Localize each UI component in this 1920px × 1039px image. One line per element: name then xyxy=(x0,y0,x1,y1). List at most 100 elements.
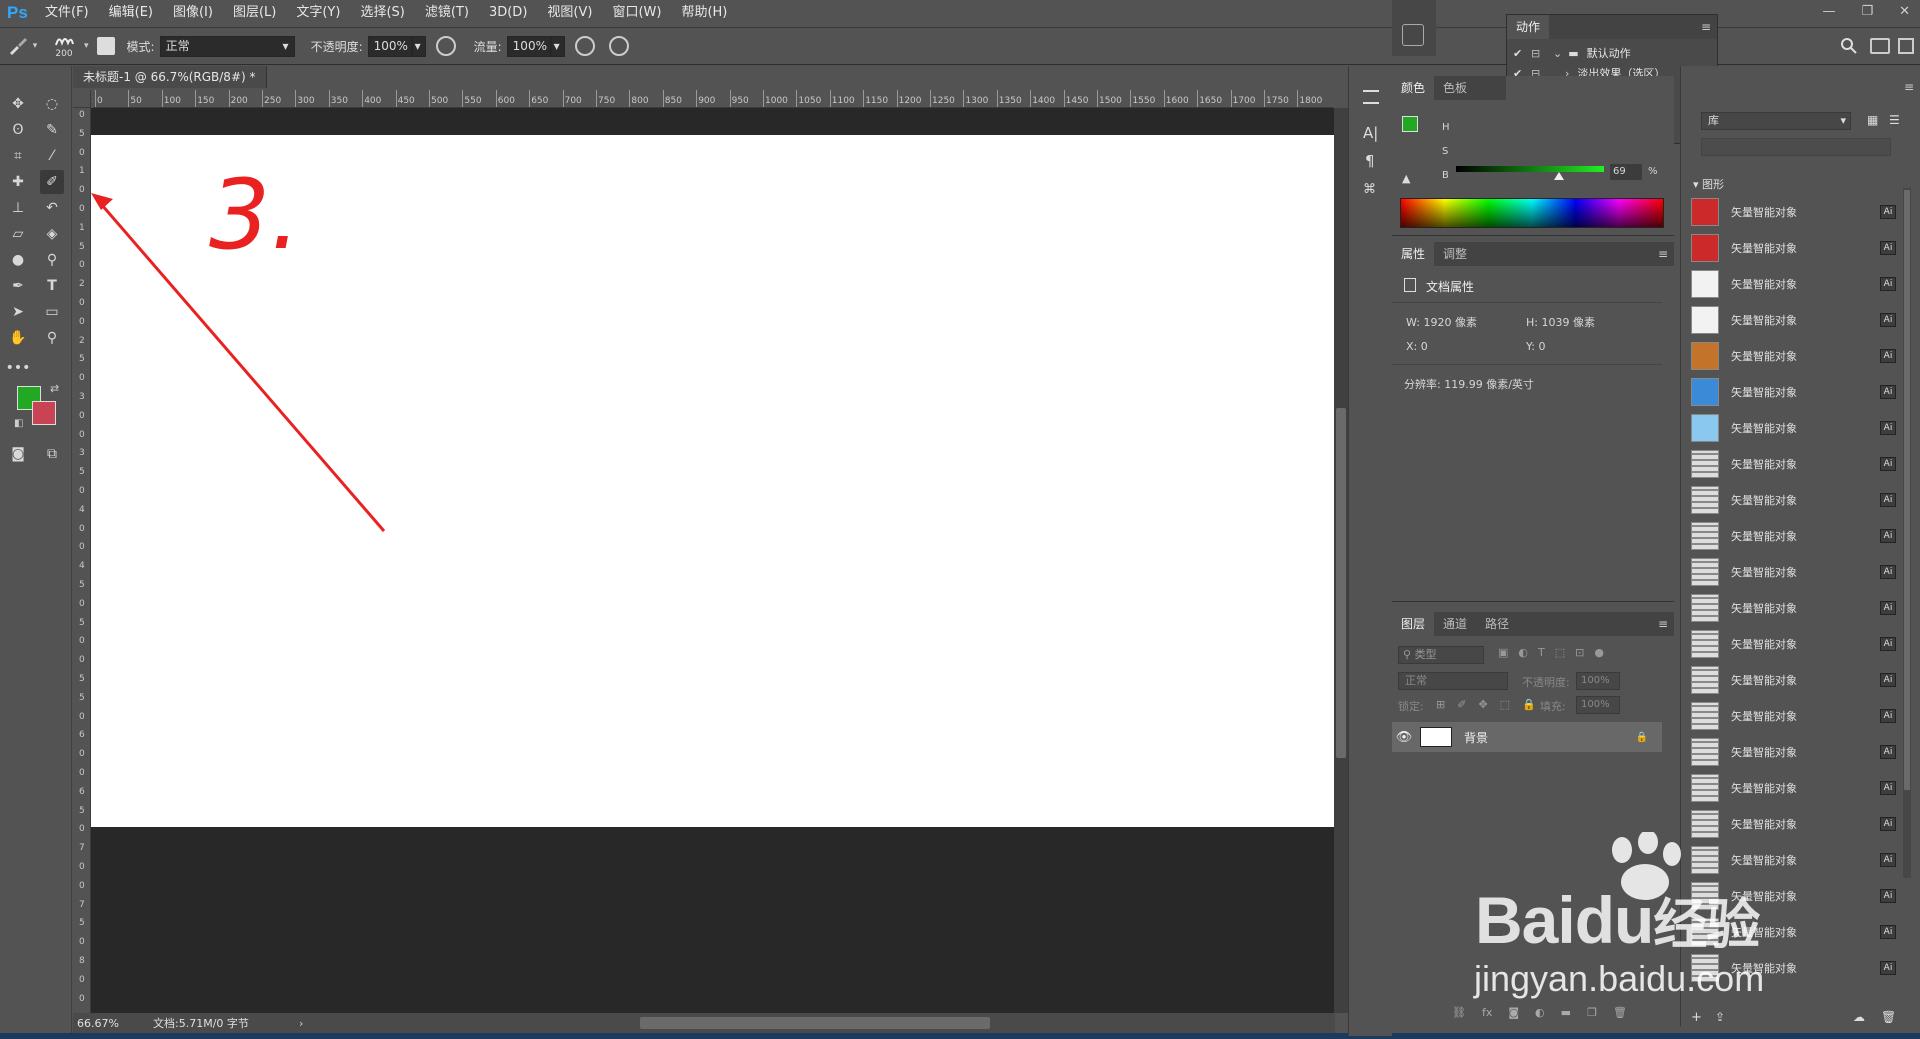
library-item[interactable]: 矢量智能对象 Ai xyxy=(1681,410,1906,446)
library-item[interactable]: 矢量智能对象 Ai xyxy=(1681,698,1906,734)
flow-input[interactable]: 100% xyxy=(506,35,551,57)
hand-tool-icon[interactable]: ✋ xyxy=(6,326,30,350)
color-fg-swatch[interactable] xyxy=(1402,116,1418,132)
lock-position-icon[interactable]: ✥ xyxy=(1478,698,1487,711)
b-slider-handle[interactable] xyxy=(1554,172,1564,180)
library-item[interactable]: 矢量智能对象 Ai xyxy=(1681,518,1906,554)
history-brush-tool-icon[interactable]: ↶ xyxy=(40,196,64,220)
menu-item[interactable]: 帮助(H) xyxy=(671,0,737,26)
tab-swatches[interactable]: 色板 xyxy=(1434,76,1476,100)
opacity-input[interactable]: 100% xyxy=(367,35,412,57)
layer-opacity-input[interactable]: 100% xyxy=(1576,672,1620,690)
library-item[interactable]: 矢量智能对象 Ai xyxy=(1681,302,1906,338)
menu-item[interactable]: 视图(V) xyxy=(537,0,602,26)
status-expand-icon[interactable]: › xyxy=(299,1017,303,1030)
list-view-icon[interactable]: ☰ xyxy=(1889,113,1900,127)
grid-view-icon[interactable]: ▦ xyxy=(1867,113,1878,127)
document-tab[interactable]: 未标题-1 @ 66.7%(RGB/8#) * × xyxy=(73,66,267,106)
flow-dropdown-icon[interactable]: ▾ xyxy=(550,35,565,57)
filter-type-icon[interactable]: T xyxy=(1538,646,1545,659)
brush-size-picker[interactable]: 200 xyxy=(44,33,84,59)
blur-tool-icon[interactable]: ● xyxy=(6,248,30,272)
menu-item[interactable]: 图层(L) xyxy=(223,0,286,26)
menu-item[interactable]: 文字(Y) xyxy=(286,0,350,26)
tab-adjustments[interactable]: 调整 xyxy=(1434,242,1476,266)
menu-item[interactable]: 文件(F) xyxy=(39,0,99,26)
move-tool-icon[interactable]: ✥ xyxy=(6,92,30,116)
action-dialog-icon[interactable]: ⊟ xyxy=(1531,47,1545,60)
default-colors-icon[interactable]: ◧ xyxy=(14,418,23,429)
lock-artboard-icon[interactable]: ⬚ xyxy=(1500,698,1510,711)
horizontal-ruler[interactable]: 0 50 100 150 200 250 300 350 400 450 500 550 600 650 7… xyxy=(93,90,1333,108)
tab-actions[interactable]: 动作 xyxy=(1507,15,1550,39)
layer-name[interactable]: 背景 xyxy=(1464,729,1488,746)
tab-properties[interactable]: 属性 xyxy=(1392,242,1435,266)
actions-panel-menu-icon[interactable]: ≡ xyxy=(1701,20,1711,34)
adjustment-layer-icon[interactable]: ◐ xyxy=(1535,1006,1545,1019)
library-search-input[interactable] xyxy=(1701,138,1891,156)
eyedropper-tool-icon[interactable]: ⁄ xyxy=(40,144,64,168)
delete-layer-icon[interactable]: 🗑 xyxy=(1613,1006,1627,1019)
glyphs-panel-icon[interactable]: ⌘ xyxy=(1363,182,1376,197)
layer-visibility-icon[interactable]: 👁 xyxy=(1392,730,1416,745)
pen-tool-icon[interactable]: ✒ xyxy=(6,274,30,298)
quick-select-tool-icon[interactable]: ✎ xyxy=(40,118,64,142)
library-select[interactable]: 库 ▾ xyxy=(1701,112,1851,130)
airbrush-icon[interactable] xyxy=(574,36,595,56)
lock-image-icon[interactable]: ✐ xyxy=(1457,698,1466,711)
workspace-icon[interactable] xyxy=(1870,38,1890,54)
layer-filter-select[interactable]: ⚲ 类型 xyxy=(1398,646,1484,664)
action-item[interactable]: ✔ ⊟ ⌄ ▬ 默认动作 xyxy=(1507,43,1717,63)
library-item[interactable]: 矢量智能对象 Ai xyxy=(1681,554,1906,590)
b-slider[interactable] xyxy=(1456,166,1604,172)
document-canvas[interactable]: 3. xyxy=(91,135,1335,827)
vertical-ruler[interactable]: 0 5 0 1 0 0 1 5 0 2 0 0 2 5 0 3 0 0 3 5 0 4 0 0 4 5 0 5 0 0 5 5 0 6 0 0 6 5 0 7… xyxy=(73,108,91,1013)
zoom-level[interactable]: 66.67% xyxy=(73,1017,133,1030)
libraries-menu-icon[interactable]: ≡ xyxy=(1904,80,1914,94)
lock-all-icon[interactable]: 🔒 xyxy=(1522,698,1536,711)
tab-layers[interactable]: 图层 xyxy=(1392,612,1435,636)
layer-row-background[interactable]: 👁 背景 🔒 xyxy=(1392,722,1662,752)
library-item[interactable]: 矢量智能对象 Ai xyxy=(1681,842,1906,878)
library-item[interactable]: 矢量智能对象 Ai xyxy=(1681,446,1906,482)
add-library-item-icon[interactable]: + xyxy=(1691,1010,1702,1025)
upload-icon[interactable]: ⇪ xyxy=(1715,1010,1725,1024)
b-value-input[interactable]: 69 xyxy=(1610,164,1642,180)
vertical-scroll-thumb[interactable] xyxy=(1336,408,1346,758)
library-scrollbar[interactable] xyxy=(1903,188,1911,878)
healing-brush-tool-icon[interactable]: ✚ xyxy=(6,170,30,194)
lock-transparent-icon[interactable]: ⊞ xyxy=(1436,698,1445,711)
menu-item[interactable]: 图像(I) xyxy=(163,0,223,26)
filter-pixel-icon[interactable]: ▣ xyxy=(1498,646,1508,659)
cloud-sync-icon[interactable]: ☁ xyxy=(1853,1010,1865,1024)
library-item[interactable]: 矢量智能对象 Ai xyxy=(1681,230,1906,266)
library-item[interactable]: 矢量智能对象 Ai xyxy=(1681,662,1906,698)
type-tool-icon[interactable]: T xyxy=(40,274,64,298)
tab-paths[interactable]: 路径 xyxy=(1476,612,1518,636)
eraser-tool-icon[interactable]: ▱ xyxy=(6,222,30,246)
tab-channels[interactable]: 通道 xyxy=(1434,612,1476,636)
pressure-size-icon[interactable] xyxy=(608,36,629,56)
graphics-section-header[interactable]: ▾ 图形 xyxy=(1693,176,1724,192)
paint-bucket-tool-icon[interactable]: ◈ xyxy=(40,222,64,246)
mode-select[interactable]: 正常 ▾ xyxy=(159,35,295,57)
path-select-tool-icon[interactable]: ➤ xyxy=(6,300,30,324)
new-group-icon[interactable]: ▬ xyxy=(1561,1006,1571,1019)
horizontal-scroll-thumb[interactable] xyxy=(640,1017,990,1029)
more-tools-icon[interactable]: ••• xyxy=(6,356,31,380)
library-item[interactable]: 矢量智能对象 Ai xyxy=(1681,338,1906,374)
new-layer-icon[interactable]: ❐ xyxy=(1587,1006,1597,1019)
menu-item[interactable]: 滤镜(T) xyxy=(415,0,479,26)
library-scroll-thumb[interactable] xyxy=(1904,190,1910,790)
menu-item[interactable]: 3D(D) xyxy=(479,0,537,26)
action-check-icon[interactable]: ✔ xyxy=(1513,47,1527,60)
tab-color[interactable]: 颜色 xyxy=(1392,76,1435,100)
swap-colors-icon[interactable]: ⇄ xyxy=(50,382,59,395)
opacity-dropdown-icon[interactable]: ▾ xyxy=(411,35,426,57)
search-icon[interactable] xyxy=(1840,37,1860,57)
properties-menu-icon[interactable]: ≡ xyxy=(1658,247,1668,261)
share-icon[interactable] xyxy=(1898,38,1914,54)
lasso-tool-icon[interactable]: ʘ xyxy=(6,118,30,142)
brush-settings-icon[interactable] xyxy=(1363,90,1379,104)
filter-smart-icon[interactable]: ⊡ xyxy=(1575,646,1584,659)
